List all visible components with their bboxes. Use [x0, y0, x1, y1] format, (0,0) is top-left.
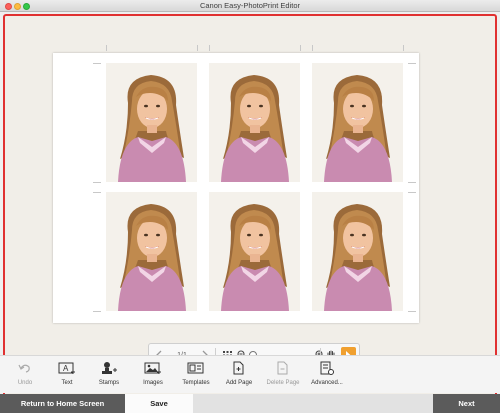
add-page-label: Add Page: [225, 380, 253, 386]
stamps-button[interactable]: Stamps: [84, 359, 134, 386]
photo-frame[interactable]: [106, 192, 197, 311]
crop-mark: [408, 182, 416, 183]
footer-bar: Return to Home Screen Save Next: [0, 394, 500, 413]
advanced-icon: [320, 361, 334, 375]
photo-frame[interactable]: [312, 192, 403, 311]
print-page[interactable]: [53, 45, 419, 323]
crop-mark: [93, 182, 101, 183]
crop-mark: [300, 45, 301, 51]
photo-frame[interactable]: [209, 63, 300, 182]
crop-mark: [408, 311, 416, 312]
delete-page-button[interactable]: Delete Page: [258, 359, 308, 386]
delete-page-label: Delete Page: [266, 380, 300, 386]
text-icon: A: [58, 362, 75, 374]
crop-mark: [93, 311, 101, 312]
window-title: Canon Easy-PhotoPrint Editor: [199, 1, 301, 10]
stamps-icon: [102, 362, 117, 374]
crop-mark: [106, 45, 107, 51]
add-page-icon: [233, 361, 244, 374]
photo-frame[interactable]: [106, 63, 197, 182]
templates-icon: [187, 362, 204, 373]
next-button[interactable]: Next: [433, 394, 500, 413]
advanced-label: Advanced...: [311, 380, 343, 386]
advanced-button[interactable]: Advanced...: [302, 359, 352, 386]
undo-icon: [18, 364, 30, 373]
title-bar: Canon Easy-PhotoPrint Editor: [0, 0, 500, 12]
delete-page-icon: [277, 361, 288, 374]
return-to-home-button[interactable]: Return to Home Screen: [0, 394, 125, 413]
crop-mark: [408, 63, 416, 64]
add-page-button[interactable]: Add Page: [214, 359, 264, 386]
save-button[interactable]: Save: [125, 394, 193, 413]
stamps-label: Stamps: [98, 380, 120, 386]
editor-area: 1/1: [0, 12, 500, 402]
images-icon: [144, 362, 161, 374]
svg-text:A: A: [63, 364, 69, 373]
crop-mark: [312, 45, 313, 51]
crop-mark: [197, 45, 198, 51]
crop-mark: [408, 192, 416, 193]
photo-frame[interactable]: [209, 192, 300, 311]
edit-canvas[interactable]: 1/1: [3, 14, 497, 402]
crop-mark: [403, 45, 404, 51]
crop-mark: [93, 192, 101, 193]
crop-mark: [209, 45, 210, 51]
bottom-toolbar: Undo A Text Stamps Images Templates Add …: [0, 355, 500, 393]
crop-mark: [93, 63, 101, 64]
photo-frame[interactable]: [312, 63, 403, 182]
